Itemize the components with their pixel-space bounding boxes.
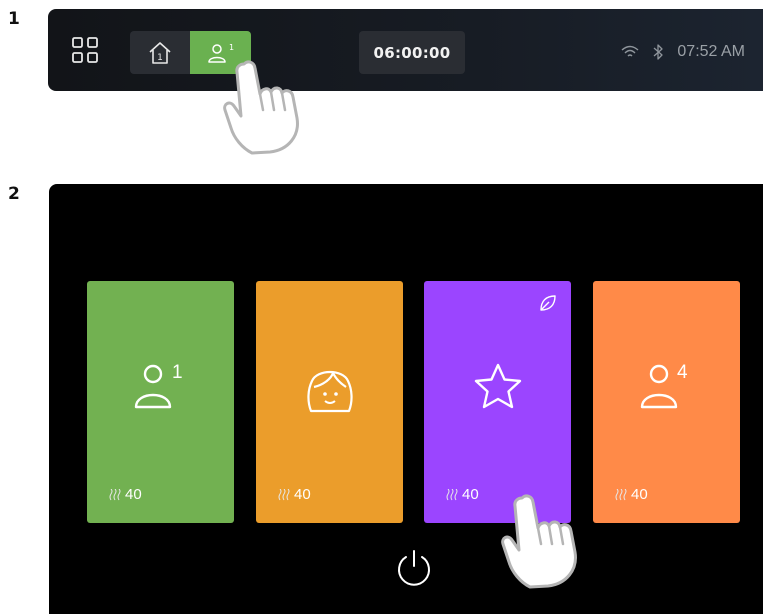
user-tab-number: 1	[229, 43, 234, 52]
apps-grid-icon[interactable]	[68, 35, 102, 65]
temperature-value: 40	[294, 486, 311, 503]
profile-tile-child[interactable]: 40	[256, 281, 403, 523]
tab-home[interactable]: 1	[130, 31, 190, 74]
step-number-2: 2	[8, 184, 20, 204]
profile-number: 4	[677, 362, 688, 383]
profile-selection-panel: 1 40 40 40 4 40	[49, 184, 763, 614]
tap-hand-icon	[223, 60, 299, 155]
home-tab-number: 1	[157, 53, 163, 63]
temperature-value: 40	[631, 486, 648, 503]
tap-hand-icon	[501, 494, 577, 589]
user-icon: 4	[640, 362, 688, 409]
status-area: 07:52 AM	[621, 40, 745, 64]
clock: 07:52 AM	[677, 43, 745, 60]
temperature-readout: 40	[615, 486, 648, 503]
power-icon	[398, 550, 430, 586]
step-number-1: 1	[8, 9, 20, 29]
home-icon: 1	[149, 41, 171, 64]
heat-waves-icon	[109, 488, 121, 500]
child-face-icon	[306, 370, 353, 413]
temperature-value: 40	[462, 486, 479, 503]
eco-leaf-icon	[538, 293, 558, 318]
user-icon: 1	[134, 362, 183, 409]
heat-waves-icon	[446, 488, 458, 500]
bluetooth-icon	[653, 44, 664, 60]
profile-number: 1	[172, 362, 183, 383]
temperature-readout: 40	[109, 486, 142, 503]
profile-tile-favorite[interactable]: 40	[424, 281, 571, 523]
temperature-readout: 40	[446, 486, 479, 503]
heat-waves-icon	[278, 488, 290, 500]
timer-display[interactable]: 06:00:00	[359, 31, 465, 74]
power-button[interactable]	[392, 546, 436, 590]
wifi-icon	[621, 45, 639, 57]
profile-tile-user-4[interactable]: 4 40	[593, 281, 740, 523]
star-icon	[474, 363, 521, 409]
temperature-readout: 40	[278, 486, 311, 503]
heat-waves-icon	[615, 488, 627, 500]
profile-tile-user-1[interactable]: 1 40	[87, 281, 234, 523]
top-status-bar: 1 1 06:00:00 07:52 AM	[48, 9, 763, 91]
temperature-value: 40	[125, 486, 142, 503]
